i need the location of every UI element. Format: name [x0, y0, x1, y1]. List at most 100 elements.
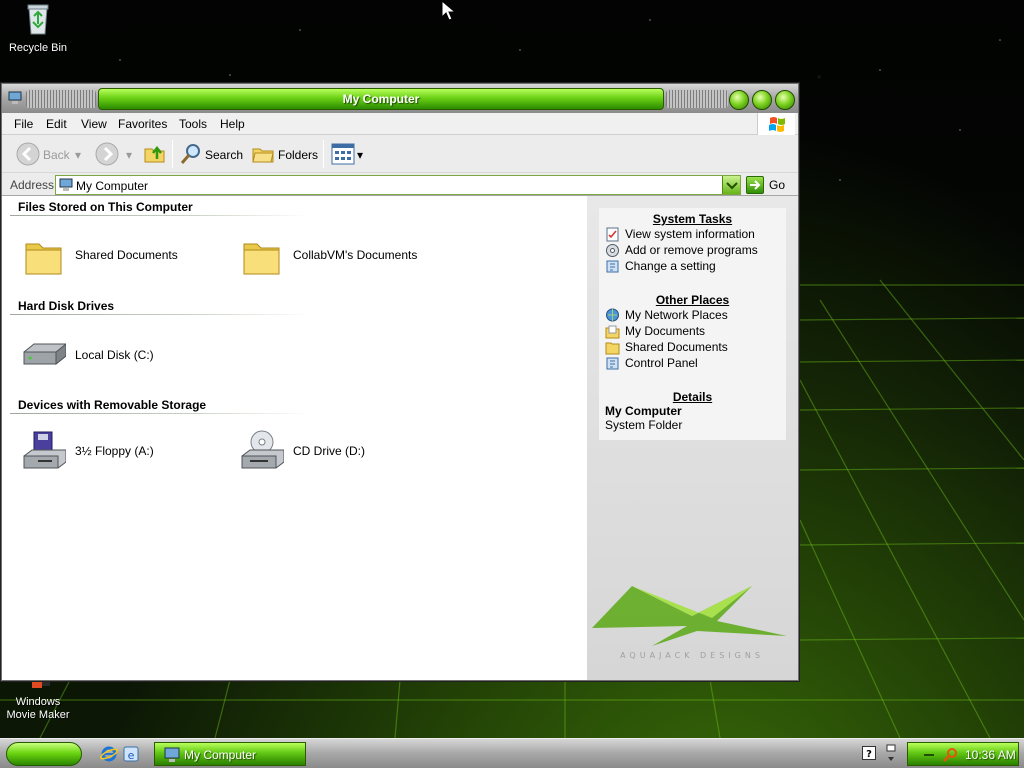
details-title[interactable]: Details [599, 386, 786, 404]
menu-edit[interactable]: Edit [46, 117, 67, 131]
menu-view[interactable]: View [81, 117, 107, 131]
go-button[interactable] [746, 176, 764, 194]
list-item-shared-documents[interactable]: Shared Documents [22, 234, 212, 278]
views-icon[interactable] [331, 143, 355, 165]
title-bar[interactable]: My Computer [2, 84, 798, 113]
item-label: CD Drive (D:) [293, 444, 365, 458]
change-a-setting-link[interactable]: Change a setting [599, 258, 786, 274]
link-label: Shared Documents [625, 340, 728, 354]
menu-favorites[interactable]: Favorites [118, 117, 167, 131]
list-item-cd-drive-d[interactable]: CD Drive (D:) [240, 430, 430, 474]
task-pane: System Tasks View system information Add… [587, 196, 798, 680]
folder-content: Files Stored on This Computer Shared Doc… [2, 196, 798, 680]
windows-logo-icon [757, 113, 795, 135]
link-label: Control Panel [625, 356, 698, 370]
menu-bar: File Edit View Favorites Tools Help [2, 113, 798, 135]
help-icon[interactable]: ? [862, 746, 876, 760]
back-arrow-icon[interactable] [15, 141, 41, 167]
go-label[interactable]: Go [769, 178, 785, 192]
title-bar-grip [666, 90, 728, 108]
list-item-floppy-a[interactable]: 3½ Floppy (A:) [22, 430, 212, 474]
internet-explorer-icon[interactable] [100, 745, 118, 763]
window-title: My Computer [98, 88, 664, 110]
recycle-bin-icon [27, 4, 49, 35]
view-system-information-link[interactable]: View system information [599, 226, 786, 242]
task-pane-panel: System Tasks View system information Add… [599, 208, 786, 440]
hard-disk-icon [23, 343, 66, 366]
control-panel-icon [606, 357, 619, 370]
back-button-label[interactable]: Back [43, 148, 70, 162]
views-dropdown-arrow-icon[interactable]: ▾ [357, 148, 363, 162]
computer-icon[interactable] [8, 91, 22, 105]
mouse-cursor-icon [441, 0, 457, 21]
menu-tools[interactable]: Tools [179, 117, 207, 131]
my-documents-link[interactable]: My Documents [599, 323, 786, 339]
outlook-express-icon[interactable]: e [122, 745, 140, 763]
item-label: Local Disk (C:) [75, 348, 154, 362]
minimize-button[interactable] [729, 90, 749, 110]
search-icon[interactable] [179, 142, 203, 166]
menu-file[interactable]: File [14, 117, 33, 131]
start-button[interactable] [6, 742, 82, 766]
computer-icon [164, 747, 180, 762]
folders-button-label[interactable]: Folders [278, 148, 318, 162]
tray-expand-icon[interactable] [924, 750, 936, 760]
folder-icon [605, 342, 620, 355]
link-label: Change a setting [625, 259, 716, 273]
clock[interactable]: 10:36 AM [965, 748, 1016, 762]
close-button[interactable] [775, 90, 795, 110]
details-name: My Computer [605, 404, 682, 418]
address-input[interactable]: My Computer [55, 175, 741, 195]
xbox-logo: AQUAJACK DESIGNS [592, 586, 787, 660]
search-button-label[interactable]: Search [205, 148, 243, 162]
brand-text: AQUAJACK DESIGNS [620, 651, 764, 660]
computer-icon [59, 178, 73, 191]
other-places-title[interactable]: Other Places [599, 289, 786, 307]
desktop-icon-recycle-bin[interactable]: Recycle Bin [0, 2, 76, 55]
folder-icon [25, 243, 62, 275]
group-header-files: Files Stored on This Computer [18, 200, 193, 214]
link-label: View system information [625, 227, 755, 241]
maximize-button[interactable] [752, 90, 772, 110]
svg-text:e: e [128, 749, 135, 762]
group-divider [10, 215, 310, 216]
back-dropdown-arrow-icon[interactable]: ▾ [75, 148, 81, 162]
item-label: Shared Documents [75, 248, 178, 262]
list-item-collabvm-documents[interactable]: CollabVM's Documents [240, 234, 440, 278]
link-label: My Network Places [625, 308, 728, 322]
language-switch-icon[interactable] [886, 744, 896, 764]
address-bar: Address My Computer Go [2, 174, 798, 196]
up-folder-icon[interactable] [143, 141, 167, 165]
folders-icon[interactable] [251, 142, 275, 166]
list-item-local-disk-c[interactable]: Local Disk (C:) [22, 334, 212, 378]
taskbar-button-my-computer[interactable]: My Computer [154, 742, 306, 766]
my-computer-window[interactable]: My Computer File Edit View Favorites Too… [1, 83, 799, 681]
address-dropdown-button[interactable] [722, 176, 740, 194]
my-documents-icon [605, 325, 620, 339]
title-bar-grip [26, 90, 96, 108]
shared-documents-link[interactable]: Shared Documents [599, 339, 786, 355]
add-remove-programs-link[interactable]: Add or remove programs [599, 242, 786, 258]
network-places-icon [606, 308, 619, 322]
cd-drive-icon [241, 430, 284, 469]
system-tasks-title[interactable]: System Tasks [599, 208, 786, 226]
group-divider [10, 314, 310, 315]
menu-help[interactable]: Help [220, 117, 245, 131]
item-label: 3½ Floppy (A:) [75, 444, 154, 458]
forward-arrow-icon[interactable] [94, 141, 120, 167]
taskbar: e My Computer ? 10:36 AM [0, 738, 1024, 768]
search-tray-icon[interactable] [942, 747, 958, 763]
group-divider [10, 413, 310, 414]
control-panel-link[interactable]: Control Panel [599, 355, 786, 371]
link-label: My Documents [625, 324, 706, 338]
toolbar-separator [172, 140, 173, 168]
forward-dropdown-arrow-icon[interactable]: ▾ [126, 148, 132, 162]
desktop-icon-label: Windows Movie Maker [6, 696, 70, 721]
desktop-icon-windows-movie-maker[interactable]: Windows Movie Maker [0, 676, 76, 722]
group-header-hard-disk-drives: Hard Disk Drives [18, 299, 115, 313]
address-value: My Computer [76, 179, 149, 193]
my-network-places-link[interactable]: My Network Places [599, 307, 786, 323]
address-label: Address [10, 178, 55, 192]
toolbar-separator [323, 140, 324, 168]
system-information-icon [606, 227, 619, 242]
